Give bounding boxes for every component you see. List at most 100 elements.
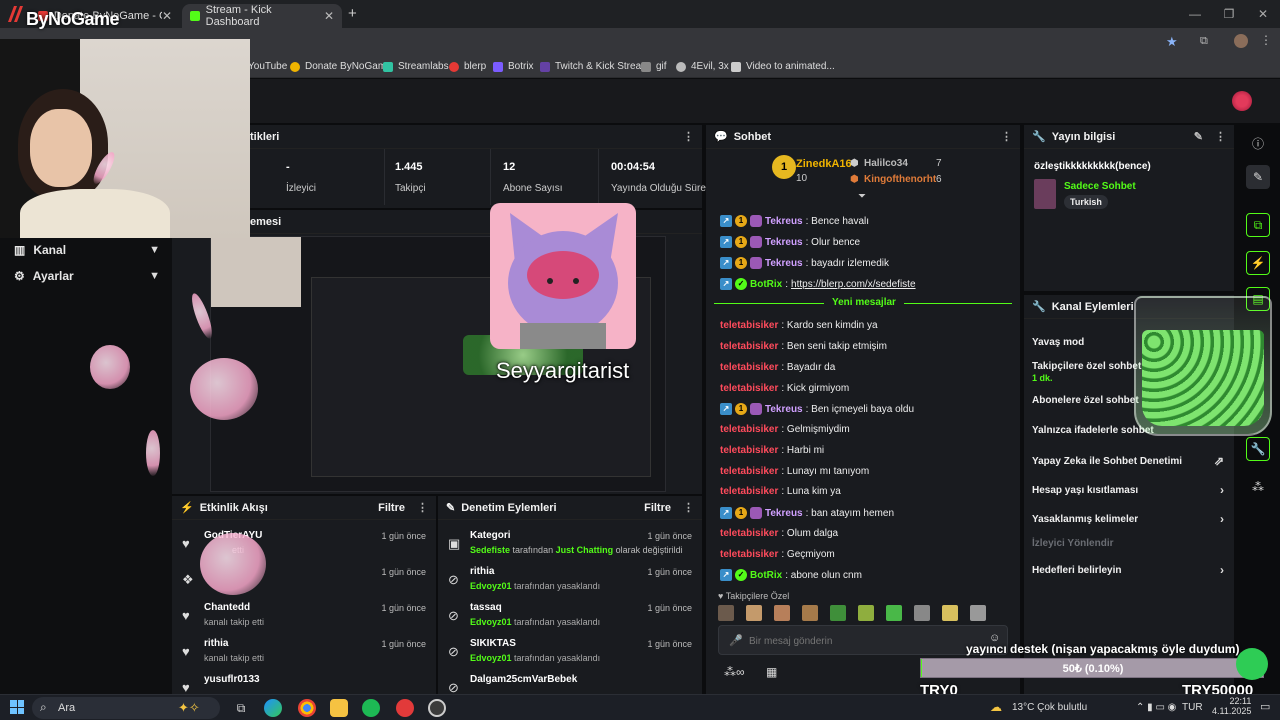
chat-username[interactable]: teletabisiker bbox=[720, 486, 778, 497]
follower-avatar[interactable] bbox=[830, 605, 846, 621]
chat-input[interactable] bbox=[749, 632, 979, 650]
tab-kick-dashboard[interactable]: Stream - Kick Dashboard ✕ bbox=[182, 4, 342, 28]
bookmark-4evil[interactable]: 4Evil, 3x bbox=[676, 61, 729, 72]
chat-username[interactable]: Tekreus bbox=[765, 216, 803, 227]
bookmark-donate[interactable]: Donate ByNoGame bbox=[290, 61, 392, 72]
filter-button[interactable]: Filtre bbox=[644, 502, 671, 514]
screen-icon[interactable]: ⧉ bbox=[1246, 213, 1270, 237]
edge-icon[interactable] bbox=[264, 699, 282, 717]
kebab-icon[interactable]: ⋮ bbox=[1001, 130, 1012, 143]
chrome-icon[interactable] bbox=[298, 699, 316, 717]
kebab-icon[interactable]: ⋮ bbox=[417, 501, 428, 514]
follower-avatar[interactable] bbox=[858, 605, 874, 621]
maximize-icon[interactable]: ❐ bbox=[1212, 0, 1246, 28]
bookmark-twitch-kick[interactable]: Twitch & Kick Strea... bbox=[540, 61, 649, 72]
obs-icon[interactable] bbox=[428, 699, 446, 717]
chat-username[interactable]: Tekreus bbox=[765, 258, 803, 269]
task-view-icon[interactable]: ⧉ bbox=[232, 699, 250, 717]
file-explorer-icon[interactable] bbox=[330, 699, 348, 717]
notifications-icon[interactable]: ▭ bbox=[1260, 700, 1270, 713]
profile-avatar[interactable] bbox=[1234, 34, 1248, 48]
chat-username[interactable]: teletabisiker bbox=[720, 466, 778, 477]
follower-avatar[interactable] bbox=[774, 605, 790, 621]
moderation-actor[interactable]: Edvoyz01 bbox=[470, 581, 512, 591]
new-tab-button[interactable]: + bbox=[348, 5, 357, 22]
chat-username[interactable]: teletabisiker bbox=[720, 445, 778, 456]
chat-username[interactable]: Tekreus bbox=[765, 404, 803, 415]
moderation-actor[interactable]: Edvoyz01 bbox=[470, 653, 512, 663]
chat-username[interactable]: teletabisiker bbox=[720, 320, 778, 331]
bookmark-blerp[interactable]: blerp bbox=[449, 61, 486, 72]
follower-avatar[interactable] bbox=[886, 605, 902, 621]
extensions-icon[interactable]: ⧉ bbox=[1200, 35, 1208, 48]
follower-avatar[interactable] bbox=[718, 605, 734, 621]
clock[interactable]: 22:11 4.11.2025 bbox=[1212, 696, 1251, 716]
bookmark-youtube[interactable]: YouTube bbox=[248, 61, 287, 72]
chat-username[interactable]: teletabisiker bbox=[720, 424, 778, 435]
ai-moderation-link[interactable]: Yapay Zeka ile Sohbet Denetimi ⇗ bbox=[1032, 454, 1224, 468]
follower-avatar[interactable] bbox=[914, 605, 930, 621]
star-icon[interactable]: ★ bbox=[1166, 34, 1178, 50]
taskbar-search[interactable]: ⌕ Ara ✦✧ bbox=[32, 697, 220, 719]
chat-link[interactable]: https://blerp.com/x/sedefiste bbox=[791, 279, 916, 290]
chat-username[interactable]: Tekreus bbox=[765, 508, 803, 519]
chat-username[interactable]: teletabisiker bbox=[720, 383, 778, 394]
chat-username[interactable]: teletabisiker bbox=[720, 528, 778, 539]
set-goals[interactable]: Hedefleri belirleyin › bbox=[1032, 563, 1224, 577]
kebab-icon[interactable]: ⋮ bbox=[683, 130, 694, 143]
chat-username[interactable]: teletabisiker bbox=[720, 549, 778, 560]
account-age-restriction[interactable]: Hesap yaşı kısıtlaması › bbox=[1032, 483, 1224, 497]
moderation-target[interactable]: tassaq bbox=[470, 602, 502, 613]
second-name[interactable]: Halilco34 bbox=[864, 158, 908, 169]
chat-username[interactable]: Tekreus bbox=[765, 237, 803, 248]
close-window-icon[interactable]: ✕ bbox=[1246, 0, 1280, 28]
activity-user[interactable]: Chantedd bbox=[204, 602, 250, 613]
raid-viewers[interactable]: İzleyici Yönlendir bbox=[1032, 538, 1224, 549]
activity-user[interactable]: yusuflr0133 bbox=[204, 674, 260, 685]
expand-icon[interactable]: ⏷ bbox=[858, 191, 866, 202]
follower-avatar[interactable] bbox=[942, 605, 958, 621]
close-icon[interactable]: ✕ bbox=[324, 9, 334, 23]
minimize-icon[interactable]: — bbox=[1178, 0, 1212, 28]
bookmark-streamlabs[interactable]: Streamlabs bbox=[383, 61, 449, 72]
filter-button[interactable]: Filtre bbox=[378, 502, 405, 514]
sidebar-item-ayarlar[interactable]: ⚙ Ayarlar ▼ bbox=[14, 269, 160, 283]
stream-category[interactable]: Sadece Sohbet bbox=[1064, 181, 1136, 192]
bookmark-video-to-animated[interactable]: Video to animated... bbox=[731, 61, 835, 72]
nodes-icon[interactable]: ⁂ bbox=[1246, 475, 1270, 499]
third-name[interactable]: Kingofthenorht bbox=[864, 174, 936, 185]
close-icon[interactable]: ✕ bbox=[162, 9, 172, 23]
user-avatar[interactable] bbox=[1232, 91, 1252, 111]
menu-icon[interactable]: ⋮ bbox=[1260, 33, 1272, 47]
microphone-icon[interactable]: 🎤 bbox=[729, 634, 743, 647]
moderation-target[interactable]: rithia bbox=[470, 566, 494, 577]
activity-user[interactable]: rithia bbox=[204, 638, 228, 649]
chat-username[interactable]: teletabisiker bbox=[720, 362, 778, 373]
moderation-actor[interactable]: Sedefiste bbox=[470, 545, 510, 555]
points-icon[interactable]: ⁂∞ bbox=[724, 665, 745, 679]
kebab-icon[interactable]: ⋮ bbox=[1215, 130, 1226, 143]
follower-avatar[interactable] bbox=[970, 605, 986, 621]
moderation-target[interactable]: SIKIKTAS bbox=[470, 638, 516, 649]
bolt-icon[interactable]: ⚡ bbox=[1246, 251, 1270, 275]
moderation-actor[interactable]: Edvoyz01 bbox=[470, 617, 512, 627]
moderation-target[interactable]: Dalgam25cmVarBebek bbox=[470, 674, 577, 685]
pen-icon[interactable]: ✎ bbox=[1246, 165, 1270, 189]
store-icon[interactable]: ▦ bbox=[766, 665, 777, 679]
wrench-icon[interactable]: 🔧 bbox=[1246, 437, 1270, 461]
kebab-icon[interactable]: ⋮ bbox=[683, 501, 694, 514]
chat-username[interactable]: BotRix bbox=[750, 570, 782, 581]
language-indicator[interactable]: TUR bbox=[1182, 702, 1203, 713]
banned-words[interactable]: Yasaklanmış kelimeler › bbox=[1032, 512, 1224, 526]
follower-avatar[interactable] bbox=[746, 605, 762, 621]
tray-icons[interactable]: ⌃ ▮ ▭ ◉ bbox=[1136, 702, 1176, 713]
leader-name[interactable]: ZinedkA16 bbox=[796, 158, 852, 170]
bookmark-gif[interactable]: gif bbox=[641, 61, 667, 72]
chat-username[interactable]: teletabisiker bbox=[720, 341, 778, 352]
info-icon[interactable]: ⓘ bbox=[1246, 131, 1270, 155]
spotify-icon[interactable] bbox=[362, 699, 380, 717]
edit-icon[interactable]: ✎ bbox=[1194, 130, 1203, 143]
app-icon[interactable] bbox=[396, 699, 414, 717]
windows-start-icon[interactable] bbox=[10, 700, 24, 714]
sidebar-item-kanal[interactable]: ▥ Kanal ▼ bbox=[14, 243, 160, 257]
